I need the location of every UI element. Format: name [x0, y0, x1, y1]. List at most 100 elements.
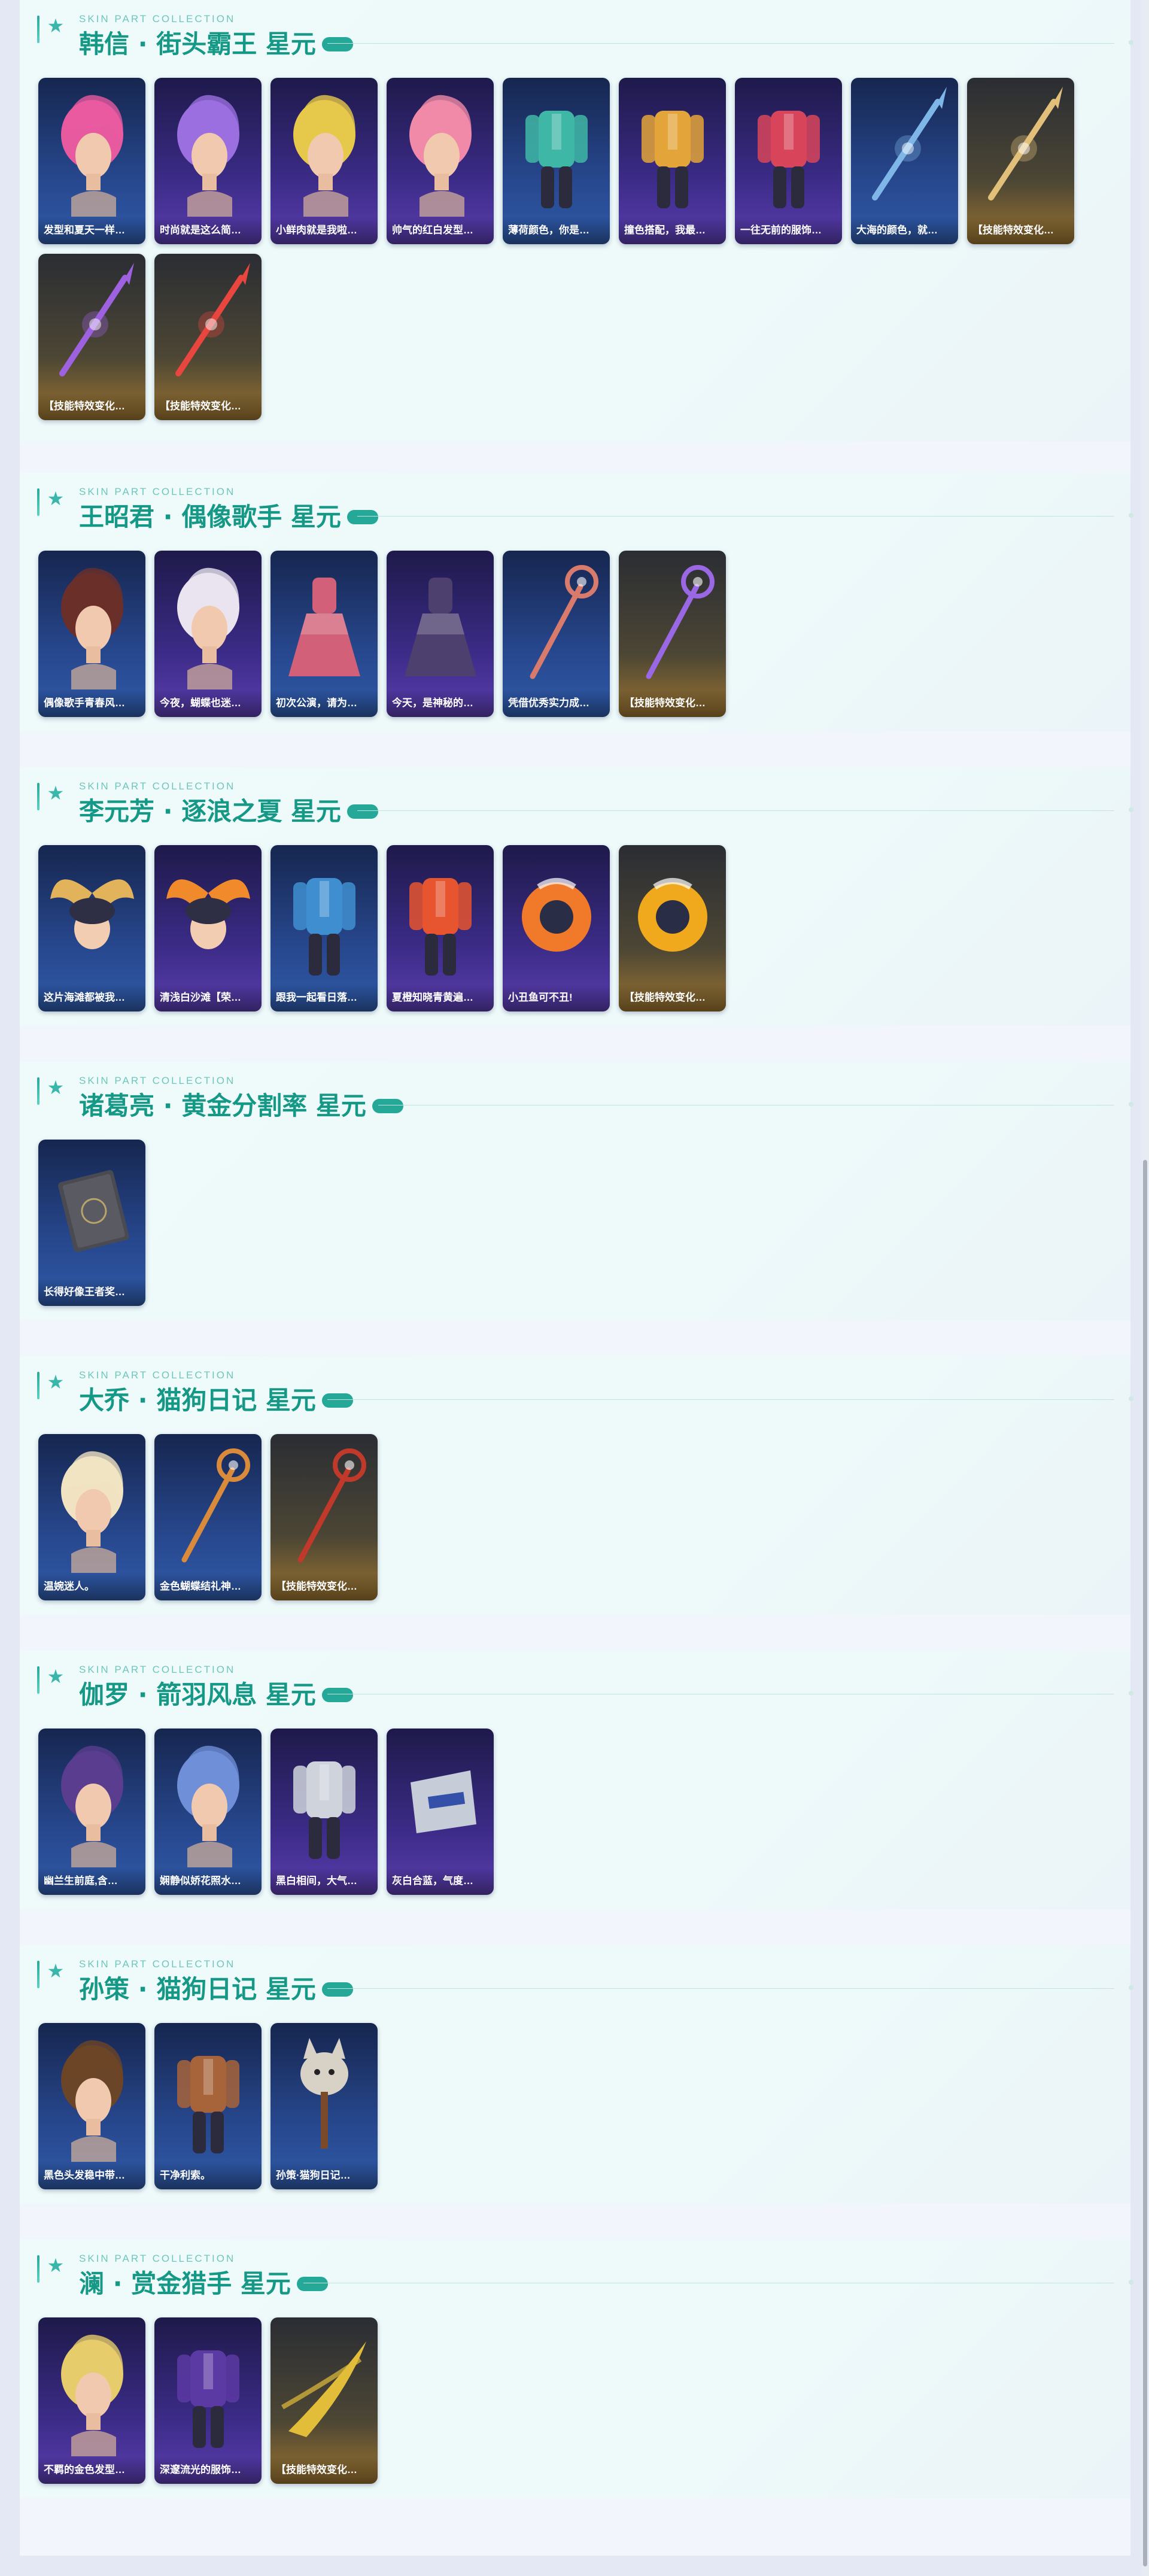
ring-icon: [619, 845, 726, 984]
skin-item-card[interactable]: 小丑鱼可不丑!: [503, 845, 610, 1011]
star-icon: ★: [47, 1371, 65, 1393]
title-pill-badge: [372, 1099, 403, 1113]
skin-item-card[interactable]: 【技能特效变化…: [270, 2317, 378, 2484]
skin-item-card[interactable]: 撞色搭配，我最…: [619, 78, 726, 244]
skin-item-card[interactable]: 长得好像王者奖…: [38, 1140, 145, 1306]
skin-item-card[interactable]: 发型和夏天一样…: [38, 78, 145, 244]
skin-item-card[interactable]: 这片海滩都被我…: [38, 845, 145, 1011]
hair-icon: [38, 78, 145, 217]
section-header: ★ SKIN PART COLLECTION 大乔 · 猫狗日记 星元: [37, 1356, 1133, 1415]
skin-item-card[interactable]: 【技能特效变化…: [619, 551, 726, 717]
skin-item-card[interactable]: 不羁的金色发型…: [38, 2317, 145, 2484]
section-header: ★ SKIN PART COLLECTION 韩信 · 街头霸王 星元: [37, 0, 1133, 59]
skin-item-card[interactable]: 娴静似娇花照水…: [154, 1729, 262, 1895]
section-header: ★ SKIN PART COLLECTION 澜 · 赏金猎手 星元: [37, 2240, 1133, 2298]
skin-item-card[interactable]: 小鲜肉就是我啦…: [270, 78, 378, 244]
scrollbar-thumb[interactable]: [1143, 1160, 1147, 2566]
item-label: 帅气的红白发型…: [387, 217, 494, 244]
skin-item-card[interactable]: 一往无前的服饰…: [735, 78, 842, 244]
outfit-icon: [154, 2023, 262, 2162]
scrollbar[interactable]: [1142, 0, 1149, 2576]
section-subtitle: SKIN PART COLLECTION: [79, 1958, 236, 1970]
skin-item-card[interactable]: 深邃流光的服饰…: [154, 2317, 262, 2484]
skin-item-card[interactable]: 初次公演，请为…: [270, 551, 378, 717]
item-label: 金色蝴蝶结礼神…: [154, 1573, 262, 1600]
item-label: 一往无前的服饰…: [735, 217, 842, 244]
skin-item-card[interactable]: 今天，是神秘的…: [387, 551, 494, 717]
skin-item-card[interactable]: 【技能特效变化…: [619, 845, 726, 1011]
decorative-dot: [1129, 1102, 1133, 1107]
accent-bar: [37, 488, 39, 516]
skin-item-card[interactable]: 帅气的红白发型…: [387, 78, 494, 244]
item-label: 跟我一起看日落…: [270, 984, 378, 1011]
skin-item-card[interactable]: 大海的颜色，就…: [851, 78, 958, 244]
item-label: 【技能特效变化…: [154, 393, 262, 420]
item-grid: 偶像歌手青春风… 今夜，蝴蝶也迷… 初次公演，请为… 今天，是神秘的… 凭借优秀…: [38, 551, 1115, 717]
star-icon: ★: [47, 488, 65, 509]
hair-icon: [38, 1729, 145, 1867]
skin-item-card[interactable]: 偶像歌手青春风…: [38, 551, 145, 717]
outfit-icon: [387, 845, 494, 984]
title-pill-badge: [321, 1982, 353, 1997]
item-label: 灰白合蓝，气度…: [387, 1867, 494, 1895]
skin-item-card[interactable]: 凭借优秀实力成…: [503, 551, 610, 717]
spear-icon: [154, 254, 262, 393]
skin-item-card[interactable]: 【技能特效变化…: [967, 78, 1074, 244]
title-pill-badge: [346, 804, 378, 819]
hair-icon: [38, 1434, 145, 1573]
dress-icon: [387, 551, 494, 689]
section-title: 李元芳 · 逐浪之夏 星元: [79, 797, 341, 826]
skin-section: ★ SKIN PART COLLECTION 王昭君 · 偶像歌手 星元 偶像歌…: [20, 473, 1133, 731]
skin-item-card[interactable]: 【技能特效变化…: [38, 254, 145, 420]
skin-item-card[interactable]: 干净利索。: [154, 2023, 262, 2189]
item-grid: 黑色头发稳中带… 干净利索。 孙策·猫狗日记…: [38, 2023, 1115, 2189]
wings-icon: [38, 845, 145, 984]
hair-icon: [38, 2317, 145, 2456]
outfit-icon: [503, 78, 610, 217]
outfit-icon: [154, 2317, 262, 2456]
item-label: 初次公演，请为…: [270, 689, 378, 717]
skin-item-card[interactable]: 黑白相间，大气…: [270, 1729, 378, 1895]
item-label: 长得好像王者奖…: [38, 1278, 145, 1306]
item-label: 干净利索。: [154, 2162, 262, 2189]
section-title: 澜 · 赏金猎手 星元: [79, 2269, 291, 2298]
section-title-row: 韩信 · 街头霸王 星元: [79, 30, 353, 59]
item-label: 时尚就是这么简…: [154, 217, 262, 244]
section-header: ★ SKIN PART COLLECTION 王昭君 · 偶像歌手 星元: [37, 473, 1133, 531]
hair-icon: [387, 78, 494, 217]
skin-item-card[interactable]: 薄荷颜色，你是…: [503, 78, 610, 244]
skin-item-card[interactable]: 【技能特效变化…: [154, 254, 262, 420]
skin-item-card[interactable]: 金色蝴蝶结礼神…: [154, 1434, 262, 1600]
section-title: 诸葛亮 · 黄金分割率 星元: [79, 1091, 366, 1120]
item-grid: 不羁的金色发型… 深邃流光的服饰… 【技能特效变化…: [38, 2317, 1115, 2484]
item-label: 孙策·猫狗日记…: [270, 2162, 378, 2189]
hair-icon: [270, 78, 378, 217]
skin-item-card[interactable]: 跟我一起看日落…: [270, 845, 378, 1011]
item-label: 【技能特效变化…: [270, 1573, 378, 1600]
skin-item-card[interactable]: 今夜，蝴蝶也迷…: [154, 551, 262, 717]
outfit-icon: [270, 845, 378, 984]
skin-item-card[interactable]: 时尚就是这么简…: [154, 78, 262, 244]
skin-item-card[interactable]: 【技能特效变化…: [270, 1434, 378, 1600]
skin-section: ★ SKIN PART COLLECTION 伽罗 · 箭羽风息 星元 幽兰生前…: [20, 1651, 1133, 1909]
star-icon: ★: [47, 782, 65, 804]
accent-bar: [37, 783, 39, 810]
section-title: 孙策 · 猫狗日记 星元: [79, 1974, 316, 2004]
skin-item-card[interactable]: 温婉迷人。: [38, 1434, 145, 1600]
outfit-icon: [735, 78, 842, 217]
skin-item-card[interactable]: 灰白合蓝，气度…: [387, 1729, 494, 1895]
skin-item-card[interactable]: 幽兰生前庭,含…: [38, 1729, 145, 1895]
title-pill-badge: [321, 1393, 353, 1408]
skin-item-card[interactable]: 夏橙知晓青黄遍…: [387, 845, 494, 1011]
section-title: 韩信 · 街头霸王 星元: [79, 29, 316, 59]
section-subtitle: SKIN PART COLLECTION: [79, 13, 236, 25]
item-label: 黑白相间，大气…: [270, 1867, 378, 1895]
skin-section: ★ SKIN PART COLLECTION 孙策 · 猫狗日记 星元 黑色头发…: [20, 1945, 1133, 2204]
item-grid: 发型和夏天一样… 时尚就是这么简… 小鲜肉就是我啦… 帅气的红白发型… 薄荷颜色…: [38, 78, 1115, 420]
item-label: 小鲜肉就是我啦…: [270, 217, 378, 244]
title-pill-badge: [296, 2277, 328, 2291]
star-icon: ★: [47, 1077, 65, 1098]
skin-item-card[interactable]: 黑色头发稳中带…: [38, 2023, 145, 2189]
skin-item-card[interactable]: 清浅白沙滩【荣…: [154, 845, 262, 1011]
skin-item-card[interactable]: 孙策·猫狗日记…: [270, 2023, 378, 2189]
